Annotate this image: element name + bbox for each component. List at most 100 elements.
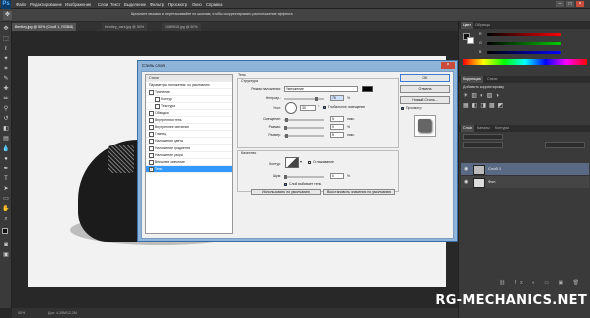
- noise-input[interactable]: 0: [330, 173, 344, 179]
- distance-input[interactable]: 5: [330, 116, 344, 122]
- distance-slider-handle[interactable]: [285, 118, 288, 122]
- reset-default-button[interactable]: Восстановить значения по умолчанию: [323, 189, 395, 195]
- red-slider[interactable]: [487, 33, 561, 36]
- opacity-slider-handle[interactable]: [315, 97, 318, 101]
- eye-icon[interactable]: ◉: [464, 166, 468, 172]
- spread-slider-handle[interactable]: [284, 126, 287, 130]
- history-brush-icon[interactable]: ↺: [2, 116, 10, 123]
- menu-edit[interactable]: Редактирование: [30, 0, 62, 9]
- background-color-chip[interactable]: [467, 37, 474, 44]
- new-style-button[interactable]: Новый Стиль...: [400, 96, 450, 104]
- adjustment-icons-row-2[interactable]: ▦◧◨▩◩: [463, 102, 543, 110]
- screen-mode-icon[interactable]: ▣: [2, 252, 10, 259]
- style-item-gradient-overlay[interactable]: Наложение градиента: [146, 145, 232, 152]
- path-selection-icon[interactable]: ➤: [2, 186, 10, 193]
- styles-header[interactable]: Стили: [146, 75, 232, 82]
- marquee-icon[interactable]: ⬚: [2, 36, 10, 43]
- tab-layers[interactable]: Слои: [461, 125, 474, 132]
- checkbox[interactable]: [149, 117, 154, 123]
- shape-icon[interactable]: ▭: [2, 196, 10, 203]
- color-ramp[interactable]: [463, 59, 587, 65]
- tab-swatches[interactable]: Образцы: [473, 22, 492, 29]
- menu-select[interactable]: Выделение: [124, 0, 146, 9]
- checkbox[interactable]: [149, 89, 154, 95]
- dialog-close-icon[interactable]: ×: [441, 62, 455, 69]
- tab-document-2[interactable]: bentley_cars.jpg @ 50%: [102, 23, 148, 31]
- checkbox-checked[interactable]: ✓: [149, 166, 154, 172]
- angle-dial[interactable]: [285, 102, 297, 114]
- menu-text[interactable]: Текст: [110, 0, 121, 9]
- style-item-texture[interactable]: Текстура: [146, 103, 232, 110]
- distance-slider[interactable]: [284, 119, 324, 121]
- contour-picker[interactable]: [285, 157, 299, 168]
- spread-input[interactable]: 0: [330, 124, 344, 130]
- zoom-level[interactable]: 50%: [18, 308, 25, 318]
- tab-styles[interactable]: Стили: [485, 76, 499, 83]
- menu-filter[interactable]: Фильтр: [150, 0, 164, 9]
- preview-checkbox[interactable]: [401, 107, 404, 110]
- checkbox[interactable]: [149, 110, 154, 116]
- checkbox[interactable]: [149, 159, 154, 165]
- shadow-color-swatch[interactable]: [362, 86, 373, 92]
- clone-stamp-icon[interactable]: ⚲: [2, 106, 10, 113]
- ok-button[interactable]: OK: [400, 74, 450, 82]
- menu-window[interactable]: Окно: [192, 0, 202, 9]
- checkbox[interactable]: [149, 145, 154, 151]
- style-item-outer-glow[interactable]: Внешнее свечение: [146, 159, 232, 166]
- blur-icon[interactable]: 💧: [2, 146, 10, 153]
- menu-image[interactable]: Изображение: [65, 0, 91, 9]
- angle-input[interactable]: 30: [300, 105, 316, 111]
- lasso-icon[interactable]: ℓ: [2, 46, 10, 53]
- adjustment-icons-row-1[interactable]: ☀▥◐▨◑: [463, 92, 543, 100]
- blending-options-item[interactable]: Параметры наложения: по умолчанию: [146, 82, 232, 89]
- menu-help[interactable]: Справка: [206, 0, 222, 9]
- noise-slider[interactable]: [284, 176, 324, 178]
- type-icon[interactable]: T: [2, 176, 10, 183]
- maximize-icon[interactable]: □: [566, 1, 574, 7]
- tab-color[interactable]: Цвет: [461, 22, 474, 29]
- foreground-color-swatch[interactable]: [2, 228, 8, 234]
- spread-slider[interactable]: [284, 127, 324, 129]
- cancel-button[interactable]: Отмена: [400, 85, 450, 93]
- opacity-slider[interactable]: [284, 98, 324, 100]
- tab-document-3[interactable]: 1089915.jpg @ 50%: [162, 23, 201, 31]
- pen-icon[interactable]: ✒: [2, 166, 10, 173]
- layers-footer-icons[interactable]: ⛓ fx ◐ ▭ ▣ 🗑: [499, 280, 587, 286]
- opacity-field[interactable]: [545, 142, 585, 148]
- magic-wand-icon[interactable]: ✦: [2, 56, 10, 63]
- layer-row[interactable]: ◉ Слой 1: [461, 163, 589, 176]
- tab-channels[interactable]: Каналы: [475, 125, 492, 132]
- brush-icon[interactable]: ✏: [2, 96, 10, 103]
- antialias-checkbox[interactable]: [308, 161, 311, 164]
- eraser-icon[interactable]: ◧: [2, 126, 10, 133]
- quick-mask-icon[interactable]: ◙: [2, 242, 10, 249]
- menu-file[interactable]: Файл: [16, 0, 26, 9]
- move-tool-icon[interactable]: ✥: [3, 11, 12, 20]
- style-item-contour[interactable]: Контур: [146, 96, 232, 103]
- minimize-icon[interactable]: –: [556, 1, 564, 7]
- opacity-input[interactable]: 75: [330, 95, 344, 101]
- checkbox[interactable]: [155, 96, 160, 102]
- move-icon[interactable]: ✥: [2, 26, 10, 33]
- chevron-down-icon[interactable]: ▾: [300, 160, 304, 164]
- checkbox[interactable]: [149, 152, 154, 158]
- style-item-pattern-overlay[interactable]: Наложение узора: [146, 152, 232, 159]
- menu-layers[interactable]: Слои: [98, 0, 108, 9]
- tab-document-1[interactable]: Bentley.jpg @ 50% (Слой 1, RGB/8): [12, 23, 77, 31]
- zoom-icon[interactable]: ⌕: [2, 216, 10, 223]
- noise-slider-handle[interactable]: [284, 175, 287, 179]
- style-item-satin[interactable]: Глянец: [146, 131, 232, 138]
- size-input[interactable]: 5: [330, 132, 344, 138]
- close-window-icon[interactable]: ×: [576, 1, 584, 7]
- menu-view[interactable]: Просмотр: [168, 0, 187, 9]
- style-item-drop-shadow[interactable]: ✓ Тень: [146, 166, 232, 173]
- dodge-icon[interactable]: ●: [2, 156, 10, 163]
- style-item-stroke[interactable]: Обводка: [146, 110, 232, 117]
- crop-icon[interactable]: ⌗: [2, 66, 10, 73]
- blend-mode-select[interactable]: [463, 142, 503, 148]
- tab-paths[interactable]: Контуры: [493, 125, 511, 132]
- tab-adjustments[interactable]: Коррекция: [461, 76, 483, 83]
- checkbox[interactable]: [149, 138, 154, 144]
- style-item-color-overlay[interactable]: Наложение цвета: [146, 138, 232, 145]
- global-light-checkbox[interactable]: [323, 106, 326, 109]
